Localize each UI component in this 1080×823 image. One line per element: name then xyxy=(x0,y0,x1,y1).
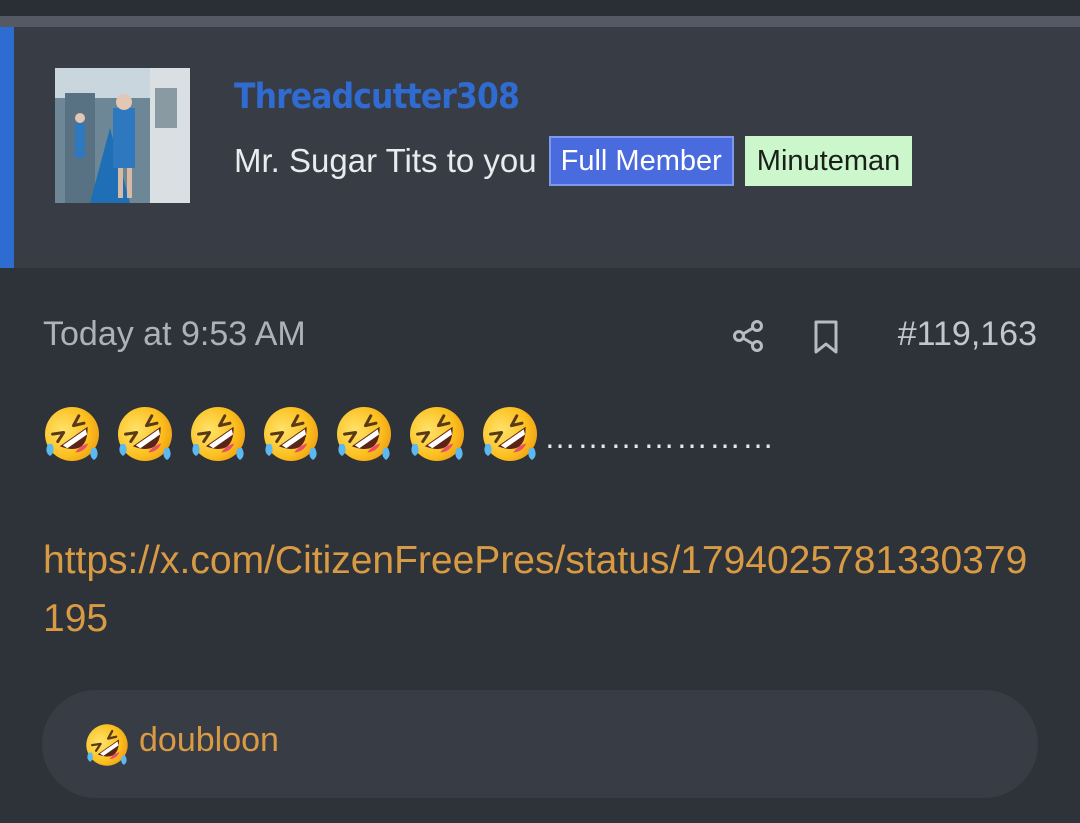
rofl-emoji-icon xyxy=(115,404,175,464)
badge-minuteman: Minuteman xyxy=(744,136,913,186)
post-author-header: Threadcutter308 Mr. Sugar Tits to you Fu… xyxy=(0,27,1080,268)
bookmark-icon[interactable] xyxy=(808,318,844,356)
tweet-link[interactable]: https://x.com/CitizenFreePres/status/179… xyxy=(43,532,1043,648)
top-strip xyxy=(0,0,1080,16)
rofl-emoji-icon xyxy=(261,404,321,464)
user-title: Mr. Sugar Tits to you xyxy=(234,142,537,179)
reactions-bar[interactable]: doubloon xyxy=(42,690,1038,798)
post-timestamp[interactable]: Today at 9:53 AM xyxy=(43,315,306,354)
rofl-emoji-icon xyxy=(407,404,467,464)
username-link[interactable]: Threadcutter308 xyxy=(234,77,520,117)
trailing-dots: ………………… xyxy=(544,418,775,455)
rofl-emoji-icon xyxy=(480,404,540,464)
rofl-emoji-icon xyxy=(84,722,130,768)
rofl-emoji-icon xyxy=(188,404,248,464)
rofl-emoji-icon xyxy=(42,404,102,464)
share-icon[interactable] xyxy=(730,318,766,354)
badge-full-member: Full Member xyxy=(548,136,734,186)
user-title-row: Mr. Sugar Tits to you Full Member Minute… xyxy=(234,135,923,187)
reaction-user-list[interactable]: doubloon xyxy=(139,721,279,760)
section-divider xyxy=(0,16,1080,27)
post-number-link[interactable]: #119,163 xyxy=(898,315,1037,354)
avatar[interactable] xyxy=(55,68,190,203)
accent-bar xyxy=(0,27,14,268)
post-message-emoji-line: ………………… xyxy=(42,402,775,466)
rofl-emoji-icon xyxy=(334,404,394,464)
